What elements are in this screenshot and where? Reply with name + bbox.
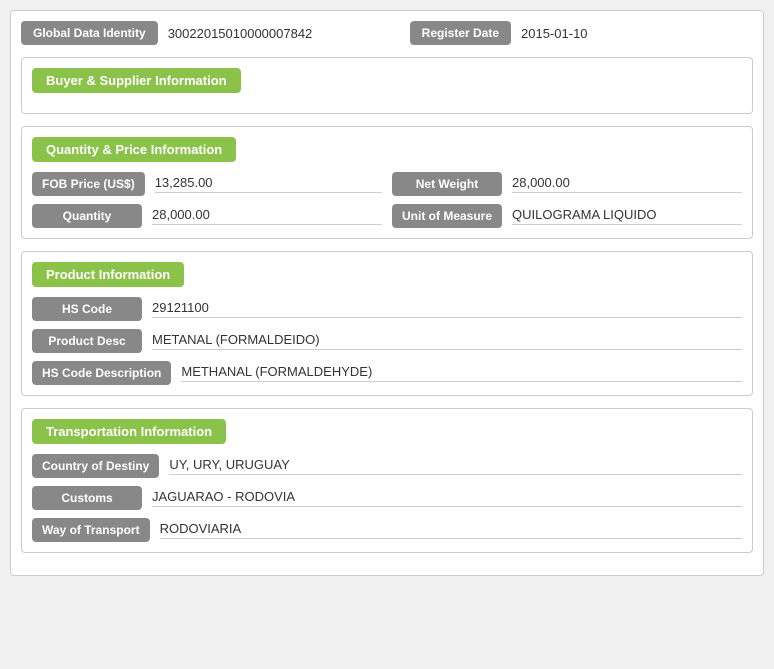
quantity-price-section: Quantity & Price Information FOB Price (… <box>21 126 753 239</box>
header-row: Global Data Identity 3002201501000000784… <box>21 21 753 45</box>
transportation-section: Transportation Information Country of De… <box>21 408 753 553</box>
customs-value: JAGUARAO - RODOVIA <box>152 489 742 507</box>
register-date-label: Register Date <box>410 21 511 45</box>
way-of-transport-value: RODOVIARIA <box>160 521 742 539</box>
fob-price-col: FOB Price (US$) 13,285.00 <box>32 172 382 196</box>
global-data-identity-value: 30022015010000007842 <box>168 26 400 41</box>
product-desc-row: Product Desc METANAL (FORMALDEIDO) <box>32 329 742 353</box>
country-of-destiny-label: Country of Destiny <box>32 454 159 478</box>
product-title: Product Information <box>32 262 184 287</box>
country-of-destiny-row: Country of Destiny UY, URY, URUGUAY <box>32 454 742 478</box>
transportation-title: Transportation Information <box>32 419 226 444</box>
quantity-col: Quantity 28,000.00 <box>32 204 382 228</box>
hs-code-value: 29121100 <box>152 300 742 318</box>
fob-net-weight-row: FOB Price (US$) 13,285.00 Net Weight 28,… <box>32 172 742 196</box>
register-date-value: 2015-01-10 <box>521 26 753 41</box>
net-weight-label: Net Weight <box>392 172 502 196</box>
buyer-supplier-title: Buyer & Supplier Information <box>32 68 241 93</box>
product-desc-value: METANAL (FORMALDEIDO) <box>152 332 742 350</box>
hs-code-row: HS Code 29121100 <box>32 297 742 321</box>
hs-code-label: HS Code <box>32 297 142 321</box>
fob-price-value: 13,285.00 <box>155 175 382 193</box>
global-data-identity-label: Global Data Identity <box>21 21 158 45</box>
fob-price-label: FOB Price (US$) <box>32 172 145 196</box>
country-of-destiny-value: UY, URY, URUGUAY <box>169 457 742 475</box>
customs-label: Customs <box>32 486 142 510</box>
way-of-transport-label: Way of Transport <box>32 518 150 542</box>
quantity-uom-row: Quantity 28,000.00 Unit of Measure QUILO… <box>32 204 742 228</box>
unit-of-measure-label: Unit of Measure <box>392 204 502 228</box>
way-of-transport-row: Way of Transport RODOVIARIA <box>32 518 742 542</box>
unit-of-measure-col: Unit of Measure QUILOGRAMA LIQUIDO <box>392 204 742 228</box>
quantity-price-title: Quantity & Price Information <box>32 137 236 162</box>
product-section: Product Information HS Code 29121100 Pro… <box>21 251 753 396</box>
quantity-value: 28,000.00 <box>152 207 382 225</box>
net-weight-col: Net Weight 28,000.00 <box>392 172 742 196</box>
main-container: Global Data Identity 3002201501000000784… <box>10 10 764 576</box>
hs-code-desc-value: METHANAL (FORMALDEHYDE) <box>181 364 742 382</box>
hs-code-desc-row: HS Code Description METHANAL (FORMALDEHY… <box>32 361 742 385</box>
hs-code-desc-label: HS Code Description <box>32 361 171 385</box>
buyer-supplier-section: Buyer & Supplier Information <box>21 57 753 114</box>
net-weight-value: 28,000.00 <box>512 175 742 193</box>
quantity-label: Quantity <box>32 204 142 228</box>
customs-row: Customs JAGUARAO - RODOVIA <box>32 486 742 510</box>
product-desc-label: Product Desc <box>32 329 142 353</box>
unit-of-measure-value: QUILOGRAMA LIQUIDO <box>512 207 742 225</box>
